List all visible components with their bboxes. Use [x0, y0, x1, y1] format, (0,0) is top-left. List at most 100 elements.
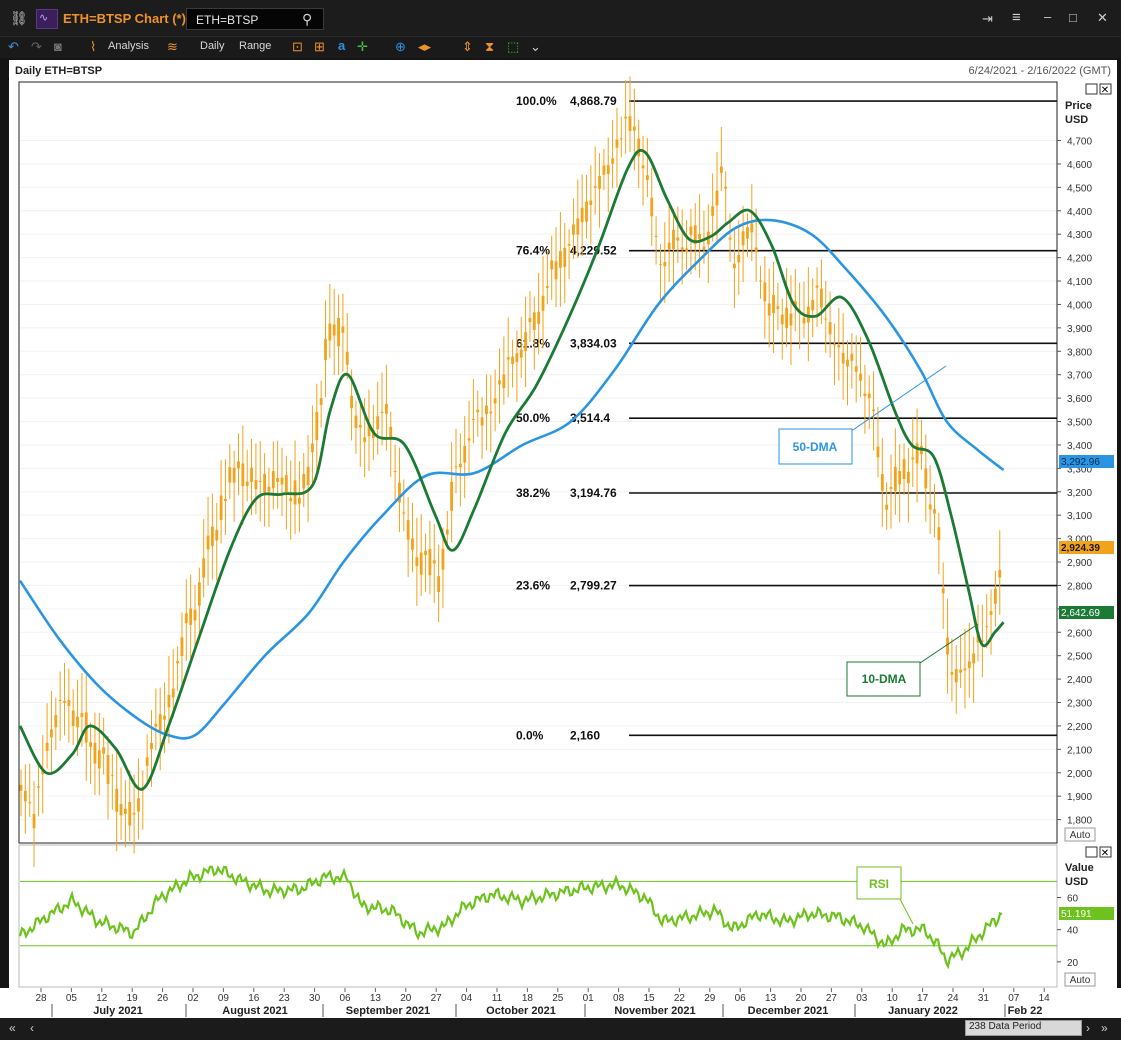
candle-body — [302, 474, 306, 489]
timeline-scrollbar[interactable] — [0, 1018, 1121, 1040]
candle-body — [376, 416, 380, 430]
candle-body — [950, 672, 954, 675]
candle-body — [150, 743, 153, 750]
candle-body — [685, 248, 688, 253]
candle-body — [489, 411, 493, 414]
candle-body — [197, 582, 201, 606]
candle-body — [184, 613, 188, 624]
candle-body — [628, 116, 632, 131]
y-tick-label: 3,500 — [1067, 418, 1092, 429]
candle-body — [437, 576, 440, 592]
price-last-value: 2,924.39 — [1061, 543, 1100, 554]
candle-body — [45, 742, 49, 751]
y-tick-label: 3,900 — [1067, 324, 1092, 335]
candle-body — [654, 235, 658, 237]
candle-body — [63, 700, 66, 703]
candle-body — [811, 299, 815, 311]
candle-body — [689, 226, 693, 235]
candle-body — [680, 247, 684, 250]
candle-body — [850, 353, 854, 361]
candle-body — [280, 477, 284, 485]
candle-body — [28, 802, 32, 804]
candle-body — [598, 176, 601, 189]
candle-body — [454, 466, 458, 468]
candle-body — [241, 463, 245, 487]
month-label: December 2021 — [748, 1005, 829, 1017]
candle-body — [50, 729, 53, 738]
scroll-start-icon[interactable]: « — [9, 1020, 16, 1036]
candle-body — [802, 317, 806, 324]
candle-body — [289, 498, 293, 502]
candle-body — [71, 710, 75, 727]
candle-body — [907, 471, 910, 484]
rsi-y-tick-label: 20 — [1067, 958, 1079, 969]
candle-body — [110, 774, 114, 776]
candle-body — [228, 467, 232, 483]
y-tick-label: 2,800 — [1067, 581, 1092, 592]
x-tick-label: 08 — [613, 993, 625, 1004]
x-tick-label: 27 — [431, 993, 443, 1004]
candle-body — [559, 251, 562, 268]
candle-body — [167, 694, 171, 708]
candle-body — [506, 357, 510, 360]
x-tick-label: 04 — [461, 993, 473, 1004]
candle-body — [524, 332, 527, 351]
candle-body — [128, 801, 132, 826]
y-tick-label: 4,000 — [1067, 300, 1092, 311]
scroll-left-icon[interactable]: ‹ — [30, 1020, 34, 1036]
x-tick-label: 10 — [887, 993, 899, 1004]
candle-body — [772, 294, 775, 314]
x-tick-label: 24 — [947, 993, 959, 1004]
panel-collapse-button[interactable] — [1085, 83, 1098, 95]
month-label: January 2022 — [888, 1005, 958, 1017]
candle-body — [250, 467, 253, 483]
candle-body — [902, 459, 906, 479]
candle-body — [946, 637, 949, 655]
rsi-axis-title: Value — [1065, 862, 1094, 874]
candle-body — [519, 349, 523, 358]
candle-body — [284, 475, 288, 493]
candle-body — [180, 637, 184, 657]
candle-body — [189, 608, 193, 625]
y-tick-label: 4,100 — [1067, 277, 1092, 288]
candle-body — [763, 282, 767, 302]
candle-body — [719, 166, 723, 173]
candle-body — [402, 512, 406, 514]
candle-body — [580, 207, 584, 223]
candle-body — [741, 231, 745, 246]
candle-body — [54, 714, 58, 728]
candle-body — [132, 812, 136, 815]
candle-body — [545, 286, 549, 288]
x-tick-label: 20 — [400, 993, 412, 1004]
candle-body — [789, 313, 793, 326]
candle-body — [97, 750, 101, 769]
scroll-right-icon[interactable]: › — [1086, 1020, 1090, 1036]
rsi-y-tick-label: 40 — [1067, 926, 1079, 937]
candle-body — [485, 405, 488, 415]
candle-body — [445, 529, 449, 535]
candle-body — [93, 742, 97, 764]
candle-body — [585, 201, 588, 222]
price-chart[interactable]: 100.0% 4,868.7976.4% 4,229.5261.8% 3,834.03… — [0, 0, 1121, 1040]
x-tick-label: 06 — [339, 993, 351, 1004]
rsi-collapse-button[interactable] — [1085, 846, 1098, 858]
candle-body — [711, 206, 715, 216]
candle-body — [58, 699, 62, 701]
scroll-end-icon[interactable]: » — [1101, 1020, 1108, 1036]
candle-body — [632, 126, 636, 131]
data-period-label: 238 Data Period — [969, 1021, 1042, 1032]
candle-body — [458, 463, 462, 468]
candle-body — [306, 466, 310, 486]
candle-body — [176, 661, 179, 664]
candle-body — [171, 688, 175, 698]
candle-body — [759, 280, 762, 282]
candle-body — [528, 318, 532, 323]
candle-body — [328, 323, 332, 341]
candle-body — [828, 322, 832, 335]
candle-body — [672, 229, 675, 250]
candle-body — [211, 526, 214, 547]
candle-body — [154, 723, 158, 727]
candle-body — [389, 426, 393, 439]
candle-body — [676, 237, 680, 241]
fib-level-value: 2,799.27 — [570, 579, 617, 593]
